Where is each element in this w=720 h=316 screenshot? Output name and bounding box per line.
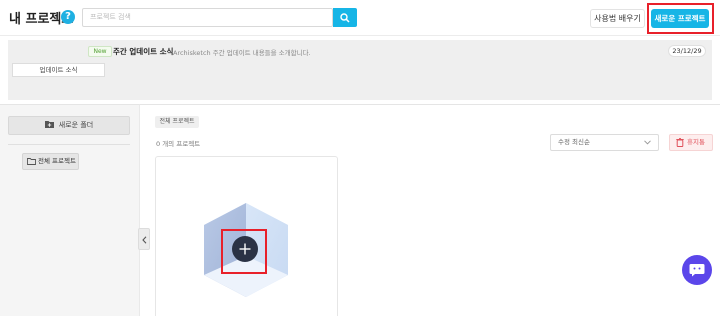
learn-usage-button[interactable]: 사용법 배우기 [590,9,645,28]
sort-select-value: 수정 최신순 [558,138,590,146]
banner-description: Archisketch 주간 업데이트 내용들을 소개합니다. [173,49,311,57]
sort-select[interactable]: 수정 최신순 [550,134,659,151]
breadcrumb: 전체 프로젝트 [155,116,199,128]
add-project-button[interactable] [232,236,258,262]
chat-support-button[interactable] [682,255,712,285]
sidebar-divider [8,144,130,145]
new-project-button[interactable]: 새로운 프로젝트 [651,9,709,28]
project-count: 0 개의 프로젝트 [156,140,201,148]
trash-button[interactable]: 휴지통 [669,134,713,151]
folder-plus-icon [44,121,54,128]
update-news-button[interactable]: 업데이트 소식 [12,63,105,77]
new-folder-label: 새로운 폴더 [58,121,94,129]
chevron-down-icon [644,140,651,145]
chevron-left-icon [142,236,147,244]
new-badge: New [88,46,112,57]
chat-icon [689,264,705,277]
folder-sidebar: 새로운 폴더 전체 프로젝트 [0,104,139,316]
trash-label: 휴지통 [687,138,705,146]
top-header: 내 프로젝트 ? 프로젝트 검색 사용법 배우기 새로운 프로젝트 [0,0,720,36]
trash-icon [676,138,684,147]
search-button[interactable] [333,8,357,27]
new-folder-button[interactable]: 새로운 폴더 [8,116,130,135]
sidebar-item-label: 전체 프로젝트 [38,157,76,165]
question-icon[interactable]: ? [61,10,75,24]
sidebar-collapse-handle[interactable] [138,228,150,250]
date-badge: 23/12/29 [668,45,706,57]
folder-icon [27,158,36,165]
new-project-highlight: 새로운 프로젝트 [647,3,714,34]
banner-title[interactable]: 주간 업데이트 소식 [113,46,173,57]
update-banner: 업데이트 소식 New 주간 업데이트 소식 Archisketch 주간 업데… [8,40,712,100]
search-input[interactable]: 프로젝트 검색 [82,8,333,27]
search-icon [340,13,350,23]
sidebar-item-all-projects[interactable]: 전체 프로젝트 [22,153,79,170]
plus-icon [239,243,251,255]
